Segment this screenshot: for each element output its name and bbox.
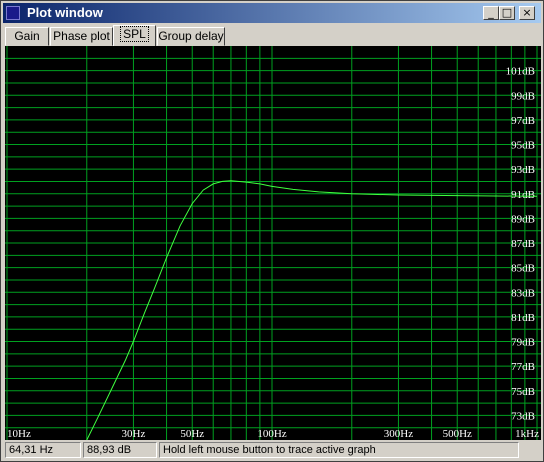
x-tick-label: 1kHz: [515, 428, 539, 440]
y-tick-label: 73dB: [511, 410, 535, 422]
spl-curve: [86, 180, 538, 441]
spl-chart[interactable]: 101dB 99dB 97dB 95dB 93dB 91dB 89dB 87dB 85dB 83d…: [5, 46, 541, 441]
x-tick-label: 10Hz: [7, 428, 31, 440]
y-tick-label: 79dB: [511, 337, 535, 349]
title-bar[interactable]: Plot window _ □ ×: [3, 3, 541, 23]
minimize-icon: _: [488, 6, 494, 19]
y-tick-label: 93dB: [511, 164, 535, 176]
app-icon[interactable]: [6, 6, 20, 20]
y-tick-label: 77dB: [511, 361, 535, 373]
tab-phase-plot-label: Phase plot: [53, 29, 110, 43]
close-button[interactable]: ×: [519, 6, 535, 20]
y-tick-label: 99dB: [511, 90, 535, 102]
tab-gain-label: Gain: [14, 29, 40, 43]
window-title: Plot window: [27, 5, 103, 20]
y-tick-label: 91dB: [511, 189, 535, 201]
tab-group-delay[interactable]: Group delay: [157, 27, 225, 46]
status-level: 88,93 dB: [83, 442, 157, 458]
status-bar: 64,31 Hz 88,93 dB Hold left mouse button…: [5, 442, 541, 458]
tab-phase-plot[interactable]: Phase plot: [50, 27, 113, 46]
y-tick-label: 89dB: [511, 213, 535, 225]
x-tick-label: 30Hz: [122, 428, 146, 440]
status-hint: Hold left mouse button to trace active g…: [159, 442, 519, 458]
y-tick-label: 85dB: [511, 263, 535, 275]
y-tick-label: 87dB: [511, 238, 535, 250]
tab-spl[interactable]: SPL: [113, 25, 156, 46]
tab-gain[interactable]: Gain: [5, 27, 49, 46]
maximize-icon: □: [501, 6, 513, 19]
x-tick-label: 50Hz: [180, 428, 204, 440]
tab-spl-label: SPL: [120, 26, 149, 42]
spl-plot[interactable]: 101dB 99dB 97dB 95dB 93dB 91dB 89dB 87dB 85dB 83d…: [5, 46, 541, 441]
y-tick-label: 101dB: [506, 66, 535, 78]
plot-window: Plot window _ □ × Gain Phase plot SPL Gr…: [0, 0, 544, 462]
y-tick-label: 97dB: [511, 115, 535, 127]
maximize-button[interactable]: □: [499, 6, 515, 20]
y-tick-label: 95dB: [511, 140, 535, 152]
y-tick-label: 81dB: [511, 312, 535, 324]
size-grip-icon[interactable]: [521, 442, 541, 458]
x-tick-label: 100Hz: [257, 428, 286, 440]
tab-group-delay-label: Group delay: [158, 29, 224, 43]
close-icon: ×: [522, 6, 532, 19]
status-frequency: 64,31 Hz: [5, 442, 81, 458]
y-tick-label: 83dB: [511, 287, 535, 299]
y-tick-label: 75dB: [511, 386, 535, 398]
minimize-button[interactable]: _: [483, 6, 499, 20]
x-tick-label: 300Hz: [384, 428, 413, 440]
x-tick-label: 500Hz: [443, 428, 472, 440]
